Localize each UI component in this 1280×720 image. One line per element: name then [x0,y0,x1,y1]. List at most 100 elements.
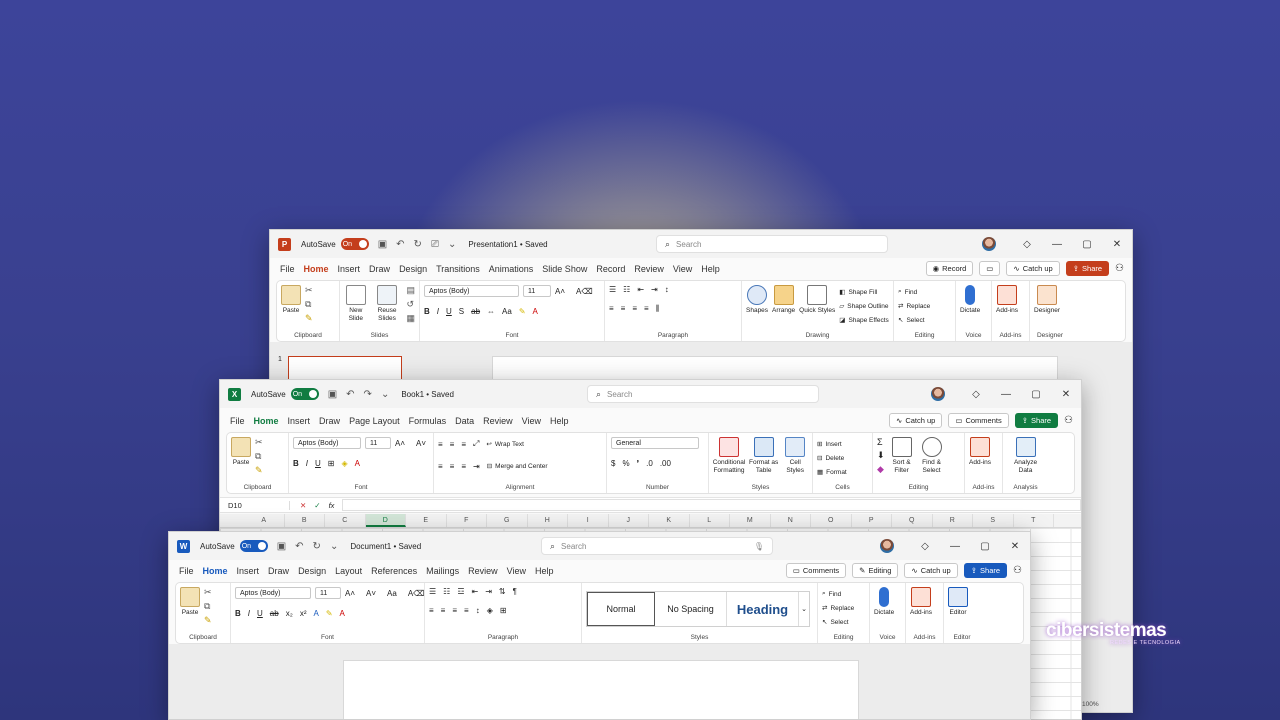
shape-fill-button[interactable]: ◧ Shape Fill [839,285,889,299]
designer-button[interactable]: Designer [1034,285,1060,315]
copy-icon[interactable]: ⧉ [305,299,313,310]
avatar[interactable] [982,237,996,251]
column-header[interactable]: T [1014,514,1054,527]
align-center-icon[interactable]: ≡ [441,606,446,615]
column-header[interactable]: H [528,514,568,527]
conditional-formatting-button[interactable]: Conditional Formatting [713,437,745,475]
highlight-icon[interactable]: ✎ [519,307,526,316]
clear-format-icon[interactable]: A⌫ [576,287,593,296]
font-size-select[interactable]: 11 [315,587,341,599]
maximize-button[interactable]: ▢ [970,541,1000,552]
outdent-icon[interactable]: ⇤ [472,587,479,596]
column-header[interactable]: O [811,514,852,527]
tab-transitions[interactable]: Transitions [436,264,480,274]
dictate-button[interactable]: Dictate [874,587,894,617]
paste-button[interactable]: Paste [180,587,200,617]
layout-icon[interactable]: ▤ [406,285,415,296]
outdent-icon[interactable]: ⇥ [651,285,658,294]
insert-cells-button[interactable]: ⊞ Insert [817,437,842,451]
case-icon[interactable]: Aa [502,307,512,316]
tab-review[interactable]: Review [483,416,513,426]
tab-formulas[interactable]: Formulas [409,416,447,426]
tab-record[interactable]: Record [596,264,625,274]
undo-icon[interactable]: ↶ [295,541,303,552]
clear-icon[interactable]: ◆ [877,464,885,475]
redo-icon[interactable]: ↻ [313,541,321,552]
subscript-icon[interactable]: x₂ [286,609,293,618]
quick-styles-button[interactable]: Quick Styles [799,285,835,315]
format-painter-icon[interactable]: ✎ [204,615,212,626]
customize-qat-icon[interactable]: ⌄ [448,239,456,250]
document-title[interactable]: Document1 • Saved [350,542,421,551]
align-right-icon[interactable]: ≡ [461,462,466,471]
diamond-icon[interactable]: ◇ [1012,239,1042,250]
tab-file[interactable]: File [230,416,245,426]
reuse-slides-button[interactable]: Reuse Slides [372,285,403,323]
font-name-select[interactable]: Aptos (Body) [235,587,311,599]
multilevel-icon[interactable]: ☲ [457,587,464,596]
document-page[interactable] [343,660,859,719]
column-header[interactable]: S [973,514,1014,527]
columns-icon[interactable]: ⫼ [656,304,660,314]
copy-icon[interactable]: ⧉ [204,601,212,612]
font-color-icon[interactable]: A [355,459,360,468]
tab-home[interactable]: Home [203,566,228,576]
tab-slide-show[interactable]: Slide Show [542,264,587,274]
column-header[interactable]: E [406,514,447,527]
orientation-icon[interactable]: ⤢ [473,439,479,449]
decrease-decimal-icon[interactable]: .00 [660,459,671,468]
italic-icon[interactable]: I [248,609,250,618]
tab-file[interactable]: File [280,264,295,274]
paste-button[interactable]: Paste [281,285,301,315]
copilot-icon[interactable]: ⚇ [1115,263,1124,274]
shadow-icon[interactable]: S [459,307,464,316]
tab-review[interactable]: Review [634,264,664,274]
font-name-select[interactable]: Aptos (Body) [293,437,361,449]
maximize-button[interactable]: ▢ [1021,389,1051,400]
bullets-icon[interactable]: ☰ [429,587,436,596]
tab-help[interactable]: Help [701,264,720,274]
clear-format-icon[interactable]: A⌫ [408,589,425,598]
close-button[interactable]: ✕ [1000,541,1030,552]
tab-mailings[interactable]: Mailings [426,566,459,576]
increase-decimal-icon[interactable]: .0 [646,459,653,468]
cut-icon[interactable]: ✂ [305,285,313,296]
find-button[interactable]: ⌕ Find [898,285,917,299]
case-icon[interactable]: Aa [387,589,397,598]
column-header[interactable]: L [690,514,730,527]
catchup-button[interactable]: ∿ Catch up [889,413,943,428]
tab-home[interactable]: Home [254,416,279,426]
select-button[interactable]: ↖ Select [898,313,925,327]
column-header[interactable]: G [487,514,528,527]
font-size-select[interactable]: 11 [523,285,551,297]
column-header[interactable]: P [852,514,892,527]
function-button[interactable]: fx [329,501,335,510]
line-spacing-icon[interactable]: ↕ [476,606,480,615]
numbering-icon[interactable]: ☷ [623,285,630,294]
spacing-icon[interactable]: ⇔ [487,307,495,316]
column-header[interactable]: D [365,514,406,527]
cut-icon[interactable]: ✂ [255,437,263,448]
addins-button[interactable]: Add-ins [969,437,991,467]
tab-draw[interactable]: Draw [319,416,340,426]
shape-effects-button[interactable]: ◪ Shape Effects [839,313,889,327]
increase-font-icon[interactable]: A˄ [555,287,565,296]
share-button[interactable]: ⇪ Share [963,563,1008,578]
shape-outline-button[interactable]: ▱ Shape Outline [839,299,889,313]
bold-icon[interactable]: B [293,459,299,468]
minimize-button[interactable]: — [1042,239,1072,250]
line-spacing-icon[interactable]: ↕ [665,285,669,294]
find-button[interactable]: ⌕ Find [822,587,841,601]
tab-animations[interactable]: Animations [489,264,534,274]
column-header[interactable]: R [933,514,973,527]
tab-help[interactable]: Help [535,566,554,576]
underline-icon[interactable]: U [315,459,321,468]
text-effects-icon[interactable]: A [313,609,318,618]
tab-draw[interactable]: Draw [268,566,289,576]
strikethrough-icon[interactable]: ab [270,609,279,618]
avatar[interactable] [880,539,894,553]
document-title[interactable]: Book1 • Saved [401,390,454,399]
strikethrough-icon[interactable]: ab [471,307,480,316]
font-color-icon[interactable]: A [533,307,538,316]
font-size-select[interactable]: 11 [365,437,391,449]
